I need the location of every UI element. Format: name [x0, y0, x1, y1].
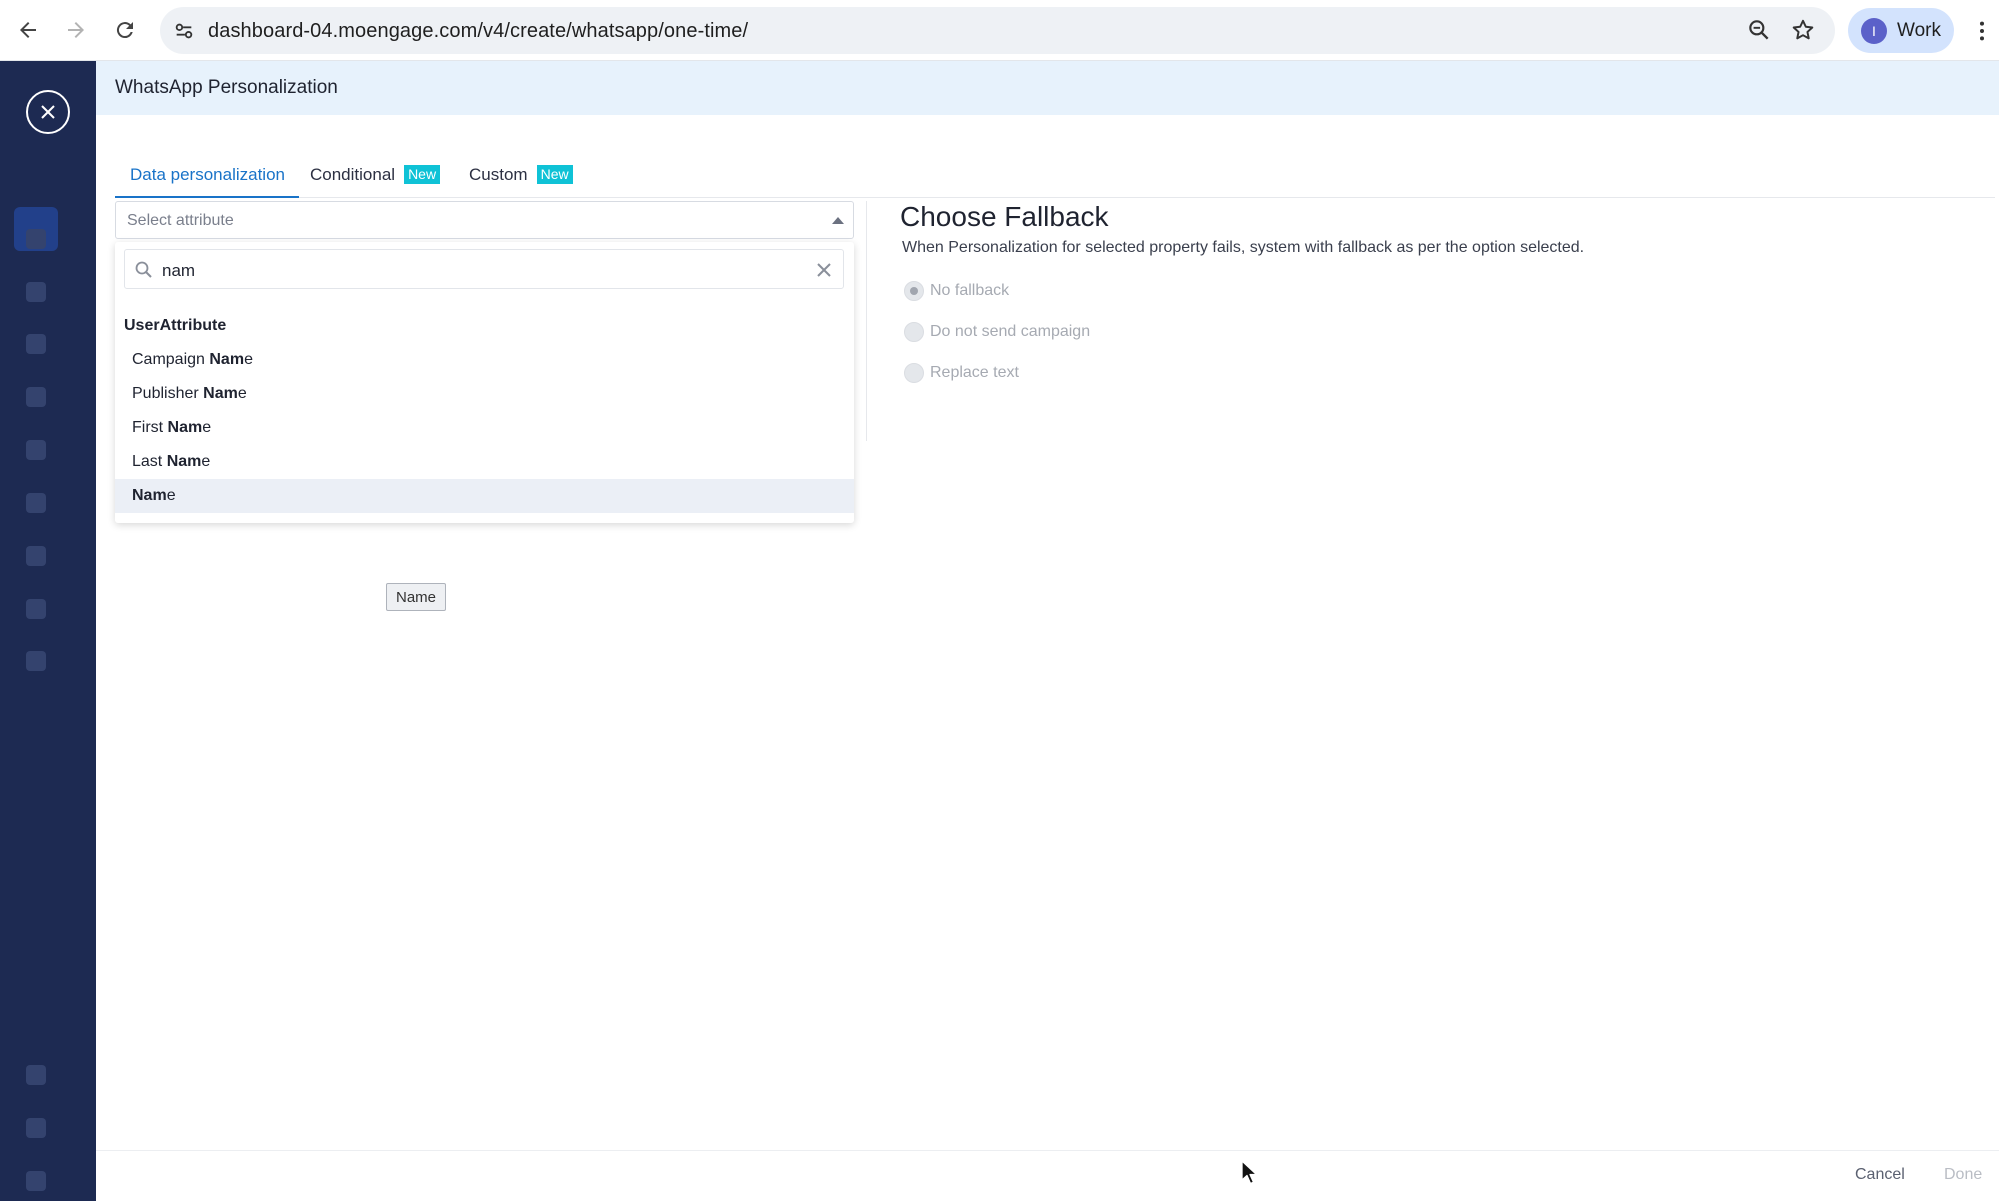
attribute-search-input[interactable]: nam	[124, 249, 844, 289]
tab-label: Custom	[469, 165, 528, 184]
radio-no-fallback[interactable]: No fallback	[904, 279, 1404, 303]
select-placeholder: Select attribute	[127, 212, 234, 229]
search-icon	[135, 261, 152, 278]
personalization-modal: WhatsApp Personalization Data personaliz…	[96, 61, 1999, 1201]
sidebar-nav-icon[interactable]	[26, 1118, 46, 1138]
close-icon	[41, 105, 55, 119]
radio-replace-text[interactable]: Replace text	[904, 361, 1404, 385]
arrow-left-icon	[20, 22, 36, 38]
tab-bar: Data personalization Conditional New Cus…	[115, 153, 1995, 198]
option-text: e	[202, 419, 212, 436]
option-group-title: UserAttribute	[124, 317, 227, 334]
new-badge: New	[404, 165, 441, 184]
option-text: e	[201, 453, 211, 470]
option-publisher-name[interactable]: Publisher Name	[115, 377, 854, 411]
sidebar-nav-icon[interactable]	[26, 387, 46, 407]
radio-icon	[904, 322, 924, 342]
profile-label: Work	[1897, 19, 1941, 41]
modal-footer: Cancel Done	[96, 1150, 1999, 1201]
radio-label: Replace text	[930, 364, 1019, 381]
sidebar-nav-icon[interactable]	[26, 493, 46, 513]
sidebar-nav-icon[interactable]	[26, 546, 46, 566]
option-text: Last	[132, 453, 167, 470]
option-tooltip: Name	[386, 583, 447, 611]
tab-label: Data personalization	[130, 165, 285, 184]
search-value: nam	[162, 261, 196, 280]
zoom-icon[interactable]	[1746, 17, 1774, 45]
option-text: e	[237, 385, 247, 402]
panel-divider	[866, 201, 867, 441]
option-text: e	[244, 351, 253, 368]
sidebar-nav-icon[interactable]	[26, 334, 46, 354]
modal-header: WhatsApp Personalization	[96, 61, 1999, 115]
clear-search-icon[interactable]	[814, 260, 834, 280]
site-settings-icon[interactable]	[170, 17, 198, 45]
option-text: e	[166, 487, 176, 504]
sidebar-nav-icon[interactable]	[26, 440, 46, 460]
option-text: Publisher	[132, 385, 204, 402]
app-sidebar	[0, 61, 96, 1201]
option-label: Name	[132, 487, 176, 505]
reload-icon	[116, 22, 133, 39]
tab-custom[interactable]: Custom New	[469, 153, 573, 198]
sidebar-nav-icon[interactable]	[26, 282, 46, 302]
option-label: Publisher Name	[132, 385, 247, 403]
new-badge: New	[536, 165, 573, 184]
fallback-title: Choose Fallback	[900, 201, 1109, 232]
profile-button[interactable]: I Work	[1848, 8, 1954, 53]
attribute-dropdown: nam UserAttribute Campaign Name Publishe…	[115, 242, 854, 523]
done-button[interactable]: Done	[1944, 1166, 1982, 1184]
attribute-select[interactable]: Select attribute	[115, 201, 854, 239]
cancel-button[interactable]: Cancel	[1855, 1166, 1905, 1184]
modal-title: WhatsApp Personalization	[115, 77, 338, 98]
tab-label: Conditional	[310, 165, 396, 184]
arrow-right-icon	[68, 22, 84, 38]
more-menu-icon[interactable]	[1970, 16, 1994, 46]
option-text: Campaign	[132, 351, 210, 368]
reload-button[interactable]	[107, 12, 143, 48]
option-match: Nam	[132, 487, 167, 504]
radio-label: Do not send campaign	[930, 323, 1091, 340]
sidebar-nav-icon[interactable]	[26, 1171, 46, 1191]
option-campaign-name[interactable]: Campaign Name	[115, 343, 854, 377]
option-match: Nam	[167, 419, 203, 436]
fallback-description: When Personalization for selected proper…	[902, 239, 1585, 256]
radio-icon	[904, 363, 924, 383]
option-last-name[interactable]: Last Name	[115, 445, 854, 479]
option-first-name[interactable]: First Name	[115, 411, 854, 445]
browser-toolbar: dashboard-04.moengage.com/v4/create/what…	[0, 0, 1999, 61]
bookmark-star-icon[interactable]	[1790, 17, 1818, 45]
sidebar-nav-icon[interactable]	[26, 229, 46, 249]
back-button[interactable]	[10, 12, 46, 48]
address-bar[interactable]: dashboard-04.moengage.com/v4/create/what…	[160, 7, 1835, 54]
caret-up-icon	[832, 217, 844, 224]
option-label: First Name	[132, 419, 211, 437]
option-label: Last Name	[132, 453, 210, 471]
mouse-cursor-icon	[1241, 1160, 1258, 1185]
url-text: dashboard-04.moengage.com/v4/create/what…	[208, 20, 749, 42]
avatar: I	[1861, 17, 1887, 44]
tab-conditional[interactable]: Conditional New	[310, 153, 441, 198]
option-match: Nam	[203, 385, 238, 402]
option-match: Nam	[166, 453, 202, 470]
close-modal-button[interactable]	[26, 90, 70, 134]
forward-button[interactable]	[58, 12, 94, 48]
option-name[interactable]: Name	[115, 479, 854, 513]
radio-do-not-send[interactable]: Do not send campaign	[904, 320, 1404, 344]
option-label: Campaign Name	[132, 351, 253, 369]
sidebar-nav-icon[interactable]	[26, 599, 46, 619]
radio-selected-icon	[904, 281, 924, 301]
option-text: First	[132, 419, 168, 436]
sidebar-nav-icon[interactable]	[26, 651, 46, 671]
option-match: Nam	[209, 351, 245, 368]
tab-data-personalization[interactable]: Data personalization	[115, 153, 299, 198]
sidebar-nav-icon[interactable]	[26, 1065, 46, 1085]
radio-label: No fallback	[930, 282, 1010, 299]
